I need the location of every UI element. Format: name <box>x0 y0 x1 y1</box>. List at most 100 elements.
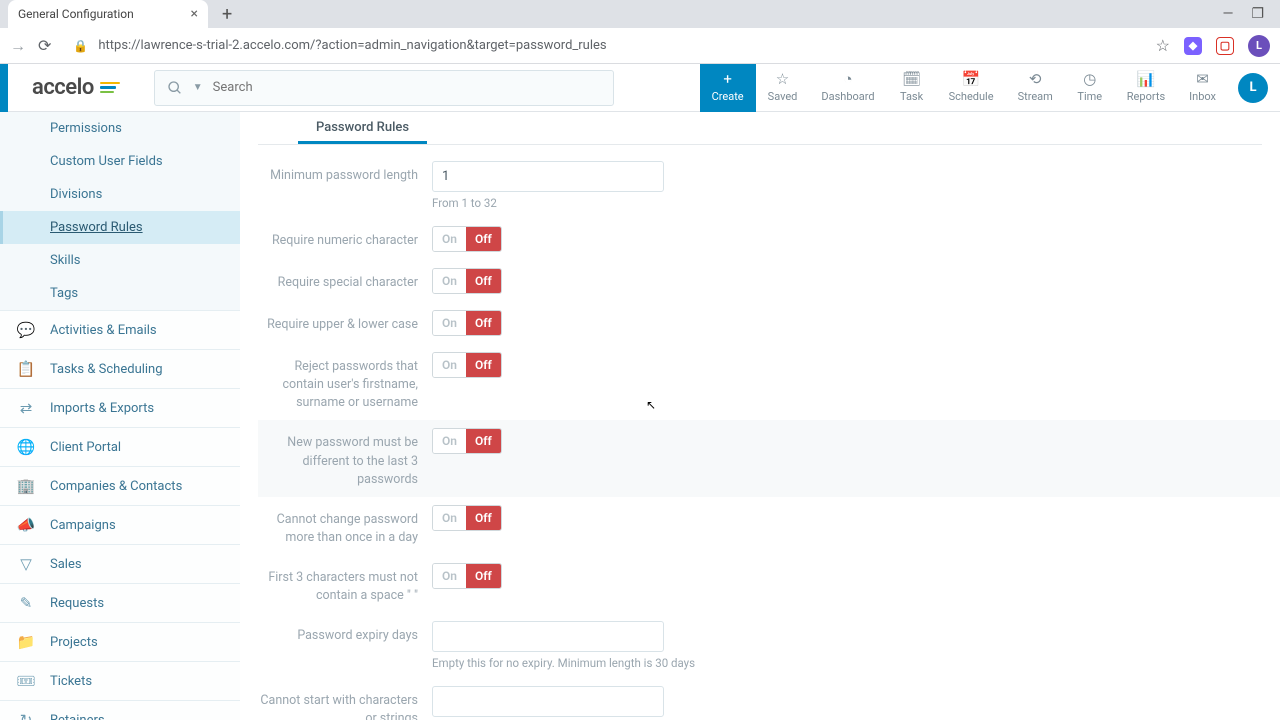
input-cannot-start[interactable] <box>432 686 664 717</box>
help-min-length: From 1 to 32 <box>432 196 664 210</box>
sidebar-item-skills[interactable]: Skills <box>0 244 240 277</box>
sidebar-item-projects[interactable]: 📁Projects <box>0 622 240 661</box>
maximize-icon[interactable]: ❐ <box>1251 6 1264 22</box>
search-box[interactable]: ▼ <box>154 70 614 106</box>
time-icon: ◷ <box>1083 72 1096 87</box>
app-avatar[interactable]: L <box>1238 73 1268 103</box>
sidebar-item-activities-emails[interactable]: 💬 Activities & Emails <box>0 310 240 349</box>
sidebar-item-campaigns[interactable]: 📣Campaigns <box>0 505 240 544</box>
nav-stream[interactable]: ⟲Stream <box>1006 64 1065 112</box>
sidebar-main: 💬 Activities & Emails 📋Tasks & Scheduling⇄… <box>0 310 240 720</box>
nav-time[interactable]: ◷ Time <box>1065 64 1115 112</box>
address-bar: → ⟳ 🔒 https://lawrence-s-trial-2.accelo.… <box>0 28 1280 64</box>
sidebar-icon: ▽ <box>16 555 36 573</box>
toggle-on-0[interactable]: On <box>433 227 466 251</box>
toggle-3[interactable]: On Off <box>432 352 502 378</box>
new-tab-button[interactable]: + <box>216 4 238 25</box>
toggle-off-0[interactable]: Off <box>466 227 501 251</box>
nav-reports[interactable]: 📊 Reports <box>1115 64 1177 112</box>
reload-icon[interactable]: ⟳ <box>38 36 51 55</box>
reports-label: Reports <box>1127 90 1165 103</box>
toggle-off-6[interactable]: Off <box>466 564 501 588</box>
sidebar-label: Requests <box>50 596 104 611</box>
sidebar-item-divisions[interactable]: Divisions <box>0 178 240 211</box>
toggle-6[interactable]: On Off <box>432 563 502 589</box>
window-controls: — ❐ <box>1223 6 1273 22</box>
saved-icon: ☆ <box>776 72 789 87</box>
toggle-off-1[interactable]: Off <box>466 269 501 293</box>
task-icon: 🗓 <box>902 72 921 87</box>
schedule-label: Schedule <box>949 90 994 103</box>
toggle-5[interactable]: On Off <box>432 505 502 531</box>
close-tab-icon[interactable]: × <box>191 6 198 22</box>
sidebar-icon: 🌐 <box>16 438 36 456</box>
nav-schedule[interactable]: 📅Schedule <box>937 64 1006 112</box>
toggle-on-5[interactable]: On <box>433 506 466 530</box>
main-layout: PermissionsCustom User FieldsDivisionsPa… <box>0 112 1280 720</box>
nav-create[interactable]: + Create <box>700 64 756 112</box>
nav-task[interactable]: 🗓 Task <box>887 64 937 112</box>
search-input[interactable] <box>213 80 601 95</box>
toggle-on-3[interactable]: On <box>433 353 466 377</box>
toggle-on-2[interactable]: On <box>433 311 466 335</box>
toggle-2[interactable]: On Off <box>432 310 502 336</box>
sidebar-item-retainers[interactable]: ↻Retainers <box>0 700 240 720</box>
sidebar: PermissionsCustom User FieldsDivisionsPa… <box>0 112 240 720</box>
extension-icon-2[interactable]: ▢ <box>1216 37 1234 55</box>
toggle-off-3[interactable]: Off <box>466 353 501 377</box>
create-icon: + <box>723 72 732 87</box>
toggle-0[interactable]: On Off <box>432 226 502 252</box>
sidebar-label: Activities & Emails <box>50 323 157 338</box>
tab-title: General Configuration <box>18 7 134 21</box>
profile-avatar[interactable]: L <box>1248 35 1270 57</box>
row-toggle-6: First 3 characters must not contain a sp… <box>258 555 1262 613</box>
nav-dashboard[interactable]: ◔Dashboard <box>809 64 886 112</box>
reports-icon: 📊 <box>1137 72 1156 87</box>
toggle-4[interactable]: On Off <box>432 428 502 454</box>
toggle-on-6[interactable]: On <box>433 564 466 588</box>
input-expiry[interactable] <box>432 621 664 652</box>
sidebar-item-imports-exports[interactable]: ⇄Imports & Exports <box>0 388 240 427</box>
sidebar-item-companies-contacts[interactable]: 🏢Companies & Contacts <box>0 466 240 505</box>
toggle-on-4[interactable]: On <box>433 429 466 453</box>
sidebar-icon: 💬 <box>16 321 36 339</box>
minimize-icon[interactable]: — <box>1223 6 1234 22</box>
sidebar-item-tasks-scheduling[interactable]: 📋Tasks & Scheduling <box>0 349 240 388</box>
url-box[interactable]: 🔒 https://lawrence-s-trial-2.accelo.com/… <box>63 34 1143 57</box>
toggle-off-5[interactable]: Off <box>466 506 501 530</box>
sidebar-item-tags[interactable]: Tags <box>0 277 240 310</box>
star-icon[interactable]: ☆ <box>1156 36 1170 55</box>
tab-password-rules[interactable]: Password Rules <box>298 112 427 144</box>
inbox-label: Inbox <box>1189 90 1216 103</box>
browser-tab[interactable]: General Configuration × <box>8 0 208 28</box>
sidebar-item-permissions[interactable]: Permissions <box>0 112 240 145</box>
sidebar-item-custom-user-fields[interactable]: Custom User Fields <box>0 145 240 178</box>
toggle-on-1[interactable]: On <box>433 269 466 293</box>
input-min-length[interactable] <box>432 161 664 192</box>
extension-icon-1[interactable]: ◆ <box>1184 37 1202 55</box>
sidebar-label: Tickets <box>50 674 92 689</box>
search-icon <box>167 80 183 96</box>
time-label: Time <box>1077 90 1102 103</box>
sidebar-item-password-rules[interactable]: Password Rules <box>0 211 240 244</box>
sidebar-item-tickets[interactable]: 🎟Tickets <box>0 661 240 700</box>
toggle-off-4[interactable]: Off <box>466 429 501 453</box>
content: Password Rules Minimum password length F… <box>240 112 1280 720</box>
search-caret-icon[interactable]: ▼ <box>193 82 203 93</box>
create-label: Create <box>712 90 744 103</box>
label-toggle-5: Cannot change password more than once in… <box>258 505 418 547</box>
toggle-1[interactable]: On Off <box>432 268 502 294</box>
sidebar-item-sales[interactable]: ▽ Sales <box>0 544 240 583</box>
label-toggle-2: Require upper & lower case <box>258 310 418 334</box>
sidebar-item-client-portal[interactable]: 🌐Client Portal <box>0 427 240 466</box>
sidebar-item-requests[interactable]: ✎Requests <box>0 583 240 622</box>
logo[interactable]: accelo <box>8 75 144 100</box>
sidebar-label: Sales <box>50 557 82 572</box>
forward-icon[interactable]: → <box>10 36 26 56</box>
nav-inbox[interactable]: ✉ Inbox <box>1177 64 1228 112</box>
sidebar-sub: PermissionsCustom User FieldsDivisionsPa… <box>0 112 240 310</box>
nav-saved[interactable]: ☆Saved <box>756 64 810 112</box>
toggle-off-2[interactable]: Off <box>466 311 501 335</box>
task-label: Task <box>900 90 923 103</box>
inbox-icon: ✉ <box>1196 72 1209 87</box>
